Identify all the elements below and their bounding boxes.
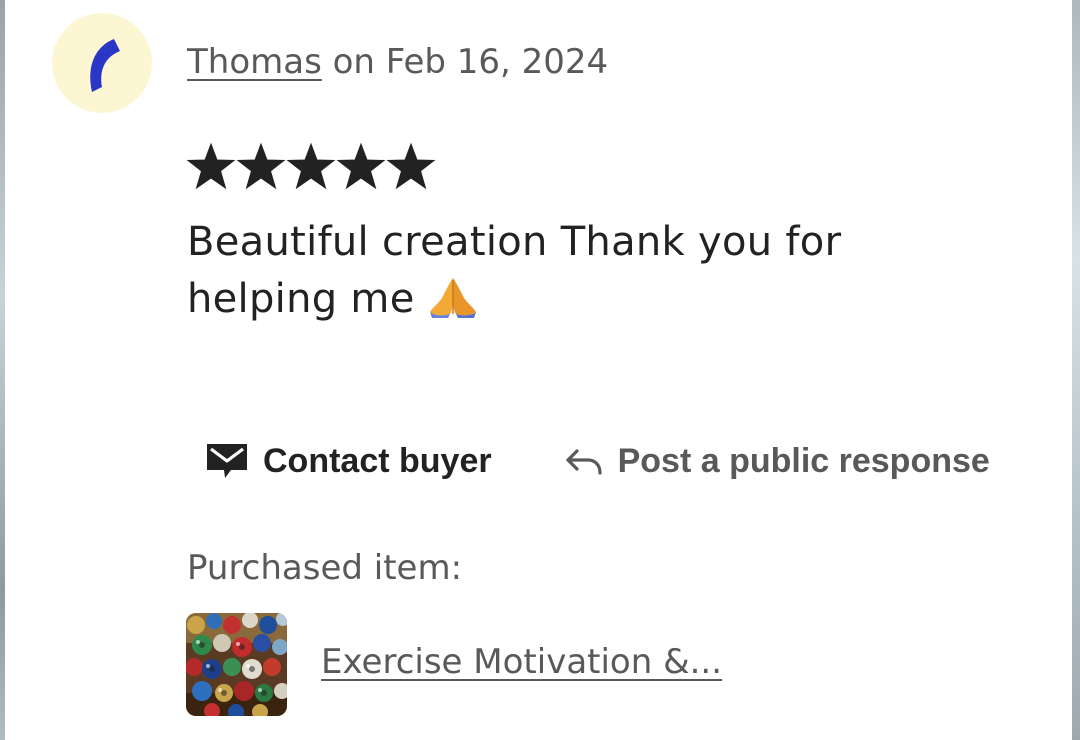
reviewer-avatar[interactable]	[52, 13, 152, 113]
star-icon	[286, 142, 336, 190]
left-screen-edge	[0, 0, 5, 740]
beads-thumbnail-image	[186, 613, 287, 716]
right-screen-edge	[1072, 0, 1080, 740]
reply-arrow-icon	[565, 449, 602, 475]
date-prefix: on	[321, 42, 386, 82]
review-actions: Contact buyer Post a public response	[205, 436, 990, 486]
review-header: Thomas on Feb 16, 2024	[187, 40, 608, 84]
item-thumbnail[interactable]	[186, 613, 287, 716]
post-public-response-button[interactable]: Post a public response	[564, 442, 990, 481]
star-icon	[386, 142, 436, 190]
folded-hands-icon	[429, 278, 476, 318]
star-icon	[236, 142, 286, 190]
review-text: Beautiful creation Thank you for helping…	[187, 214, 947, 328]
star-icon	[186, 142, 236, 190]
contact-buyer-button[interactable]: Contact buyer	[205, 442, 492, 481]
contact-buyer-label: Contact buyer	[263, 441, 492, 480]
blue-arc-avatar-icon	[90, 39, 120, 92]
mail-icon	[207, 444, 247, 478]
review-body: Beautiful creation Thank you for helping…	[187, 219, 842, 322]
post-public-response-label: Post a public response	[617, 441, 990, 480]
review-date: Feb 16, 2024	[385, 42, 609, 82]
purchased-item-title-link[interactable]: Exercise Motivation &...	[321, 640, 722, 684]
purchased-item-label: Purchased item:	[187, 548, 463, 588]
star-icon	[336, 142, 386, 190]
star-rating	[186, 140, 436, 194]
reviewer-name-link[interactable]: Thomas	[187, 42, 322, 82]
